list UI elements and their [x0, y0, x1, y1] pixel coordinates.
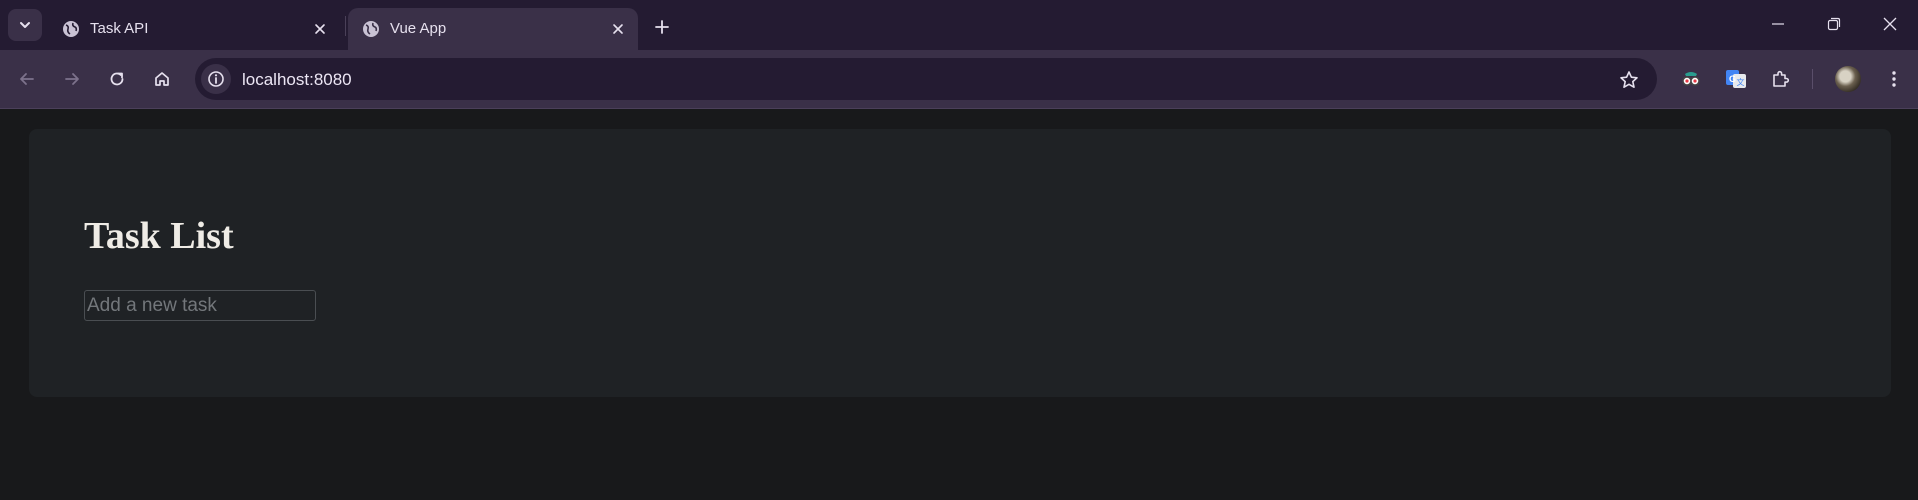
- page-viewport: Task List: [0, 109, 1918, 500]
- url-text[interactable]: localhost:8080: [242, 70, 352, 90]
- close-icon: [1883, 17, 1897, 31]
- extension-google-translate[interactable]: G 文: [1720, 63, 1752, 95]
- tab-title: Task API: [90, 20, 149, 37]
- info-icon: [208, 71, 224, 87]
- tab-vue-app[interactable]: Vue App: [348, 8, 638, 50]
- home-icon: [155, 72, 169, 86]
- profile-avatar[interactable]: [1835, 66, 1861, 92]
- globe-icon: [363, 21, 379, 37]
- browser-menu-button[interactable]: [1878, 63, 1910, 95]
- arrow-left-icon: [20, 73, 34, 85]
- svg-text:文: 文: [1737, 77, 1745, 87]
- google-translate-icon: G 文: [1726, 70, 1746, 88]
- tab-title: Vue App: [390, 20, 447, 37]
- site-info-button[interactable]: [201, 64, 231, 94]
- restore-button[interactable]: [1812, 10, 1856, 38]
- plus-icon: [655, 20, 669, 34]
- close-icon: [613, 24, 623, 34]
- tab-close-button[interactable]: [606, 17, 630, 41]
- home-button[interactable]: [145, 62, 179, 96]
- puzzle-piece-icon: [1773, 70, 1790, 87]
- new-task-input[interactable]: [84, 290, 316, 321]
- reload-icon: [110, 72, 124, 86]
- star-icon: [1620, 71, 1638, 88]
- tab-task-api[interactable]: Task API: [48, 8, 340, 50]
- toolbar-divider: [1812, 69, 1813, 89]
- extensions-button[interactable]: [1765, 63, 1797, 95]
- forward-button[interactable]: [55, 62, 89, 96]
- address-bar[interactable]: localhost:8080: [195, 58, 1657, 100]
- bookmark-button[interactable]: [1617, 68, 1641, 92]
- browser-toolbar: localhost:8080 G 文: [0, 50, 1918, 109]
- chevron-down-icon: [20, 22, 30, 28]
- close-window-button[interactable]: [1868, 10, 1912, 38]
- restore-icon: [1827, 17, 1841, 31]
- globe-icon: [63, 21, 79, 37]
- minimize-icon: [1772, 23, 1784, 25]
- task-card: Task List: [29, 129, 1891, 397]
- browser-title-bar: Task API Vue App: [0, 0, 1918, 50]
- back-button[interactable]: [10, 62, 44, 96]
- spy-glasses-icon: [1682, 72, 1700, 86]
- minimize-button[interactable]: [1756, 10, 1800, 38]
- arrow-right-icon: [65, 73, 79, 85]
- svg-text:G: G: [1729, 74, 1736, 84]
- tab-close-button[interactable]: [308, 17, 332, 41]
- page-title: Task List: [84, 215, 234, 257]
- tab-separator: [345, 16, 346, 36]
- more-vertical-icon: [1892, 71, 1896, 87]
- close-icon: [315, 24, 325, 34]
- new-tab-button[interactable]: [648, 13, 676, 41]
- extension-spy-glasses[interactable]: [1675, 63, 1707, 95]
- tab-search-button[interactable]: [8, 9, 42, 41]
- reload-button[interactable]: [100, 62, 134, 96]
